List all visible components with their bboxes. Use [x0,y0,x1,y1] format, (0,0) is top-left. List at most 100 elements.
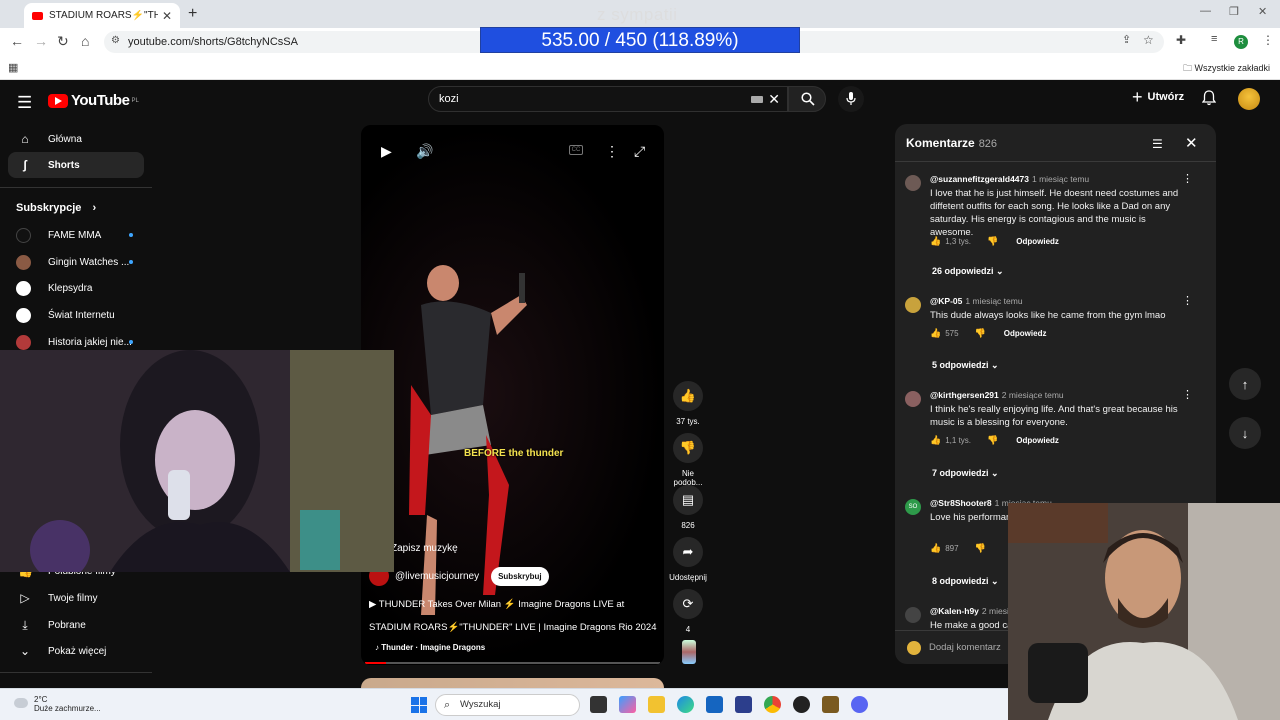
fullscreen-icon[interactable]: ⤢ [634,143,645,160]
edge-icon[interactable] [677,696,694,713]
extensions-icon[interactable]: ✚ [1176,33,1186,47]
commenter-avatar[interactable] [905,607,921,623]
comment-author[interactable]: @kirthgersen291 2 miesiące temu [930,390,1064,400]
channel-name[interactable]: @livemusicjourney [395,571,479,582]
reply-button[interactable]: Odpowiedz [1004,329,1047,338]
captions-icon[interactable]: CC [569,145,583,155]
like-icon[interactable]: 👍 [930,236,941,247]
comment-menu-icon[interactable]: ⋮ [1182,388,1193,401]
user-avatar[interactable] [1238,88,1260,110]
comment-author[interactable]: @KP-05 1 miesiąc temu [930,296,1023,306]
hamburger-menu-icon[interactable]: ☰ [17,93,32,113]
profile-avatar[interactable]: R [1234,35,1248,49]
create-button[interactable]: + Utwórz [1132,88,1184,106]
close-icon[interactable]: ✕ [1185,134,1198,152]
like-icon[interactable]: 👍 [930,435,941,446]
sound-thumbnail[interactable] [682,640,696,664]
play-icon[interactable]: ▶ [381,143,392,160]
dislike-icon[interactable]: 👎 [975,543,986,554]
commenter-avatar[interactable]: SO [905,499,921,515]
replies-toggle[interactable]: 7 odpowiedzi ⌄ [932,468,999,479]
dislike-icon[interactable]: 👎 [975,328,986,339]
like-icon[interactable]: 👍 [930,328,941,339]
taskbar-search[interactable]: ⌕ Wyszukaj [435,694,580,716]
sidebar-sub-klepsydra[interactable]: Klepsydra [16,277,92,299]
chrome-menu-icon[interactable]: ⋮ [1262,33,1274,47]
comment-menu-icon[interactable]: ⋮ [1182,172,1193,185]
reply-button[interactable]: Odpowiedz [1016,436,1059,445]
weather-widget[interactable]: 2°C Duże zachmurze... [14,695,101,713]
replies-toggle[interactable]: 8 odpowiedzi ⌄ [932,576,999,587]
minimize-icon[interactable]: — [1200,5,1211,17]
video-progress-bar[interactable] [365,662,660,664]
dislike-icon[interactable]: 👎 [987,435,998,446]
sidebar-sub-gingin-watches[interactable]: Gingin Watches ... [16,251,133,273]
file-explorer-icon[interactable] [648,696,665,713]
back-icon[interactable]: ← [10,33,24,49]
maximize-icon[interactable]: ❐ [1229,5,1239,18]
dislike-icon[interactable]: 👎 [987,236,998,247]
site-info-icon[interactable]: ⚙ [111,35,120,46]
reading-list-icon[interactable]: ≡ [1211,33,1217,45]
clear-search-icon[interactable]: ✕ [768,91,780,108]
sidebar-item-your-videos[interactable]: ▷ Twoje filmy [8,585,144,611]
copilot-icon[interactable] [619,696,636,713]
reload-icon[interactable]: ↻ [57,33,69,50]
sidebar-item-show-more[interactable]: ⌄ Pokaż więcej [8,638,144,664]
subscribe-button[interactable]: Subskrybuj [491,566,549,586]
close-window-icon[interactable]: ✕ [1258,5,1267,18]
add-comment-input[interactable]: Dodaj komentarz [929,642,1001,653]
cast-icon[interactable]: ⇪ [1122,33,1131,46]
like-icon[interactable]: 👍 [930,543,941,554]
home-browser-icon[interactable]: ⌂ [81,33,89,49]
previous-short-button[interactable]: ↑ [1229,368,1261,400]
subscriptions-heading[interactable]: Subskrypcje › [16,202,96,214]
comment-author[interactable]: @suzannefitzgerald4473 1 miesiąc temu [930,174,1089,184]
volume-icon[interactable]: 🔊 [416,143,433,160]
search-button[interactable] [788,86,826,112]
store-icon[interactable] [735,696,752,713]
voice-search-button[interactable] [838,86,864,112]
forward-icon[interactable]: → [34,33,48,49]
commenter-avatar[interactable] [905,391,921,407]
commenter-avatar[interactable] [905,175,921,191]
keyboard-icon[interactable] [751,96,763,103]
bookmark-star-icon[interactable]: ☆ [1143,33,1154,47]
video-description-line1[interactable]: ▶ THUNDER Takes Over Milan ⚡ Imagine Dra… [369,599,624,610]
new-tab-icon[interactable]: + [188,5,197,23]
sidebar-sub-fame-mma[interactable]: FAME MMA [16,224,133,246]
sort-icon[interactable]: ☰ [1152,137,1163,151]
like-button[interactable]: 👍 37 tys. [668,381,708,426]
replies-toggle[interactable]: 26 odpowiedzi ⌄ [932,266,1004,277]
discord-icon[interactable] [851,696,868,713]
sidebar-item-home[interactable]: ⌂ Główna [8,126,144,152]
dislike-button[interactable]: 👎 Nie podob... [668,433,708,487]
windows-start-icon[interactable] [411,697,427,713]
comment-menu-icon[interactable]: ⋮ [1182,294,1193,307]
sidebar-item-downloads[interactable]: ⤓ Pobrane [8,612,144,638]
music-label[interactable]: ♪ Thunder · Imagine Dragons [375,643,485,652]
save-music-label[interactable]: Zapisz muzykę [391,543,458,554]
task-view-icon[interactable] [590,696,607,713]
shorts-video-player[interactable]: ▶ 🔊 CC ⋮ ⤢ BEFORE the thunder Zapisz muz… [361,125,664,665]
commenter-avatar[interactable] [905,297,921,313]
obs-icon[interactable] [793,696,810,713]
all-bookmarks[interactable]: 🗀 Wszystkie zakładki [1183,61,1270,77]
replies-toggle[interactable]: 5 odpowiedzi ⌄ [932,360,999,371]
browser-tab[interactable]: STADIUM ROARS⚡"THUNDER ✕ [24,3,180,28]
sidebar-sub-swiat-internetu[interactable]: Świat Internetu [16,304,115,326]
comments-button[interactable]: ▤ 826 [668,485,708,530]
video-title[interactable]: STADIUM ROARS⚡"THUNDER" LIVE | Imagine D… [369,622,656,633]
share-button[interactable]: ➦ Udostępnij [668,537,708,582]
chrome-icon[interactable] [764,696,781,713]
youtube-logo[interactable]: YouTube PL [48,92,139,109]
sidebar-item-shorts[interactable]: ʃ Shorts [8,152,144,178]
game-icon[interactable] [822,696,839,713]
remix-button[interactable]: ⟳ 4 [668,589,708,634]
notifications-bell-icon[interactable] [1202,90,1216,106]
more-options-icon[interactable]: ⋮ [605,143,619,160]
outlook-icon[interactable] [706,696,723,713]
next-short-button[interactable]: ↓ [1229,417,1261,449]
apps-grid-icon[interactable]: ▦ [8,61,18,74]
search-input[interactable]: kozi ✕ [428,86,788,112]
